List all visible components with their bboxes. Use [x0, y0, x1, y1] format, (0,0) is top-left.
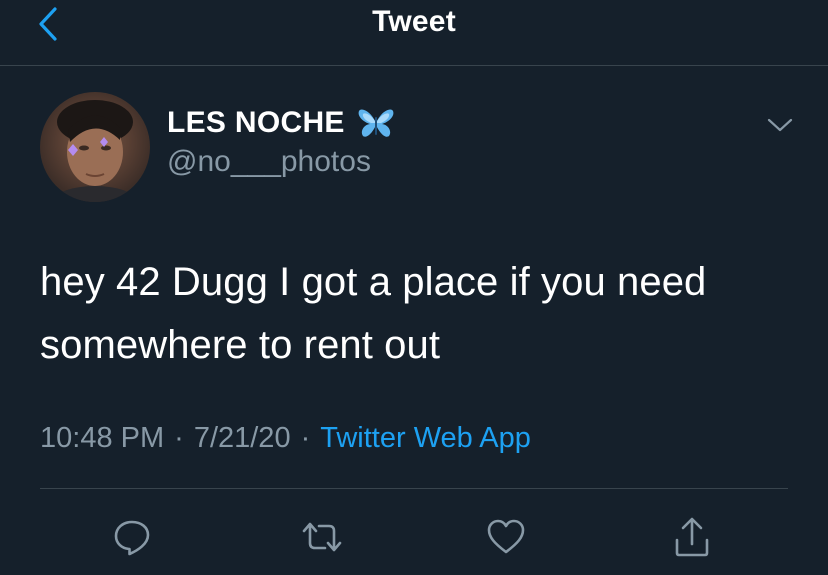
more-options-button[interactable]: [762, 110, 798, 140]
tweet-text: hey 42 Dugg I got a place if you need so…: [40, 260, 707, 367]
display-name[interactable]: LES NOCHE: [167, 106, 345, 140]
retweet-button[interactable]: [297, 512, 347, 562]
action-bar: [0, 512, 828, 562]
tweet-time[interactable]: 10:48 PM: [40, 422, 164, 454]
retweet-icon: [302, 522, 342, 552]
avatar[interactable]: [40, 92, 150, 202]
share-button[interactable]: [667, 512, 717, 562]
reply-button[interactable]: [107, 512, 157, 562]
top-bar: Tweet: [0, 0, 828, 66]
profile-photo: [55, 100, 135, 202]
butterfly-emoji-icon: [357, 107, 395, 139]
user-handle[interactable]: @no___photos: [167, 145, 395, 179]
heart-icon: [487, 519, 525, 554]
page-title: Tweet: [372, 5, 456, 38]
share-icon: [675, 517, 709, 557]
reply-icon: [114, 520, 150, 556]
author-block[interactable]: LES NOCHE @no___photos: [167, 103, 395, 179]
divider: [40, 488, 788, 489]
tweet-source-link[interactable]: Twitter Web App: [320, 422, 531, 454]
tweet-date[interactable]: 7/21/20: [194, 422, 291, 454]
tweet-meta: 10:48 PM · 7/21/20 · Twitter Web App: [40, 422, 531, 455]
like-button[interactable]: [481, 512, 531, 562]
meta-separator: ·: [300, 422, 311, 454]
meta-separator: ·: [174, 422, 184, 454]
chevron-down-icon: [767, 118, 793, 132]
